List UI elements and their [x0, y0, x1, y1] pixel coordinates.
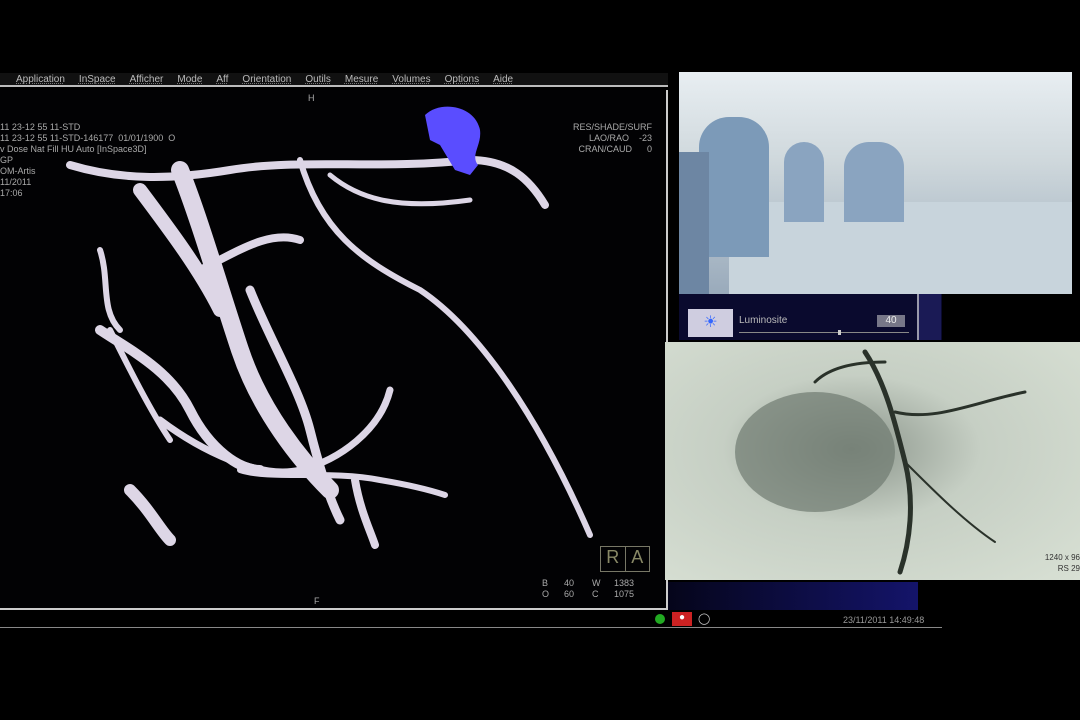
c-label: C — [592, 589, 599, 599]
orientation-a: A — [631, 547, 644, 567]
w-value: 1383 — [614, 578, 635, 588]
surgeon — [699, 117, 769, 257]
b-value: 40 — [564, 578, 575, 588]
red-app-icon[interactable]: ● — [672, 612, 692, 626]
luminosity-value: 40 — [877, 315, 905, 327]
status-bar: ● ◯ 23/11/2011 14:49:48 — [0, 612, 942, 628]
menu-options[interactable]: Options — [445, 74, 479, 85]
orientation-r: R — [601, 547, 626, 571]
surgeon — [844, 142, 904, 222]
w-label: W — [592, 578, 601, 588]
angio-info: 1240 x 96 RS 29 — [1044, 553, 1080, 573]
scrollbar[interactable] — [917, 294, 941, 340]
menu-volumes[interactable]: Volumes — [392, 74, 430, 85]
menu-aide[interactable]: Aide — [493, 74, 513, 85]
menu-afficher[interactable]: Afficher — [130, 74, 164, 85]
luminosity-slider[interactable] — [739, 330, 909, 335]
menu-outils[interactable]: Outils — [305, 74, 331, 85]
fluoroscopy-view: 1240 x 96 RS 29 — [665, 342, 1080, 580]
datetime: 23/11/2011 14:49:48 — [843, 615, 925, 625]
luminosity-label: Luminosite — [739, 315, 788, 326]
person — [679, 152, 709, 294]
brightness-icon: ☀ — [688, 309, 733, 337]
angiogram-vessels — [735, 349, 1027, 575]
slider-thumb[interactable] — [837, 330, 841, 335]
top-marker: H — [308, 93, 315, 103]
orientation-box: R A — [600, 546, 650, 572]
b-label: B — [542, 578, 549, 588]
menu-orientation[interactable]: Orientation — [242, 74, 291, 85]
green-status-icon[interactable] — [655, 614, 665, 624]
blue-panel — [668, 582, 918, 610]
bottom-marker: F — [314, 596, 320, 606]
chat-icon[interactable]: ◯ — [698, 612, 710, 625]
menu-aff[interactable]: Aff — [216, 74, 228, 85]
menu-application[interactable]: Application — [16, 74, 65, 85]
operating-room-video — [679, 72, 1072, 294]
luminosity-panel: ☀ Luminosite 40 — [679, 294, 942, 340]
o-label: O — [542, 589, 550, 599]
menu-mode[interactable]: Mode — [177, 74, 202, 85]
view-angles: RES/SHADE/SURF LAO/RAO -23 CRAN/CAUD 0 — [572, 122, 652, 154]
3d-vessel-viewer[interactable]: 11 23-12 55 11-STD 11 23-12 55 11-STD-146… — [0, 90, 668, 610]
o-value: 60 — [564, 589, 575, 599]
patient-info: 11 23-12 55 11-STD 11 23-12 55 11-STD-146… — [0, 122, 176, 198]
c-value: 1075 — [614, 589, 635, 599]
menu-mesure[interactable]: Mesure — [345, 74, 378, 85]
surgeon — [784, 142, 824, 222]
menu-inspace[interactable]: InSpace — [79, 74, 116, 85]
menu-bar: Application InSpace Afficher Mode Aff Or… — [0, 73, 668, 87]
window-level: B 40 W 1383 O 60 C 1075 — [542, 578, 644, 600]
